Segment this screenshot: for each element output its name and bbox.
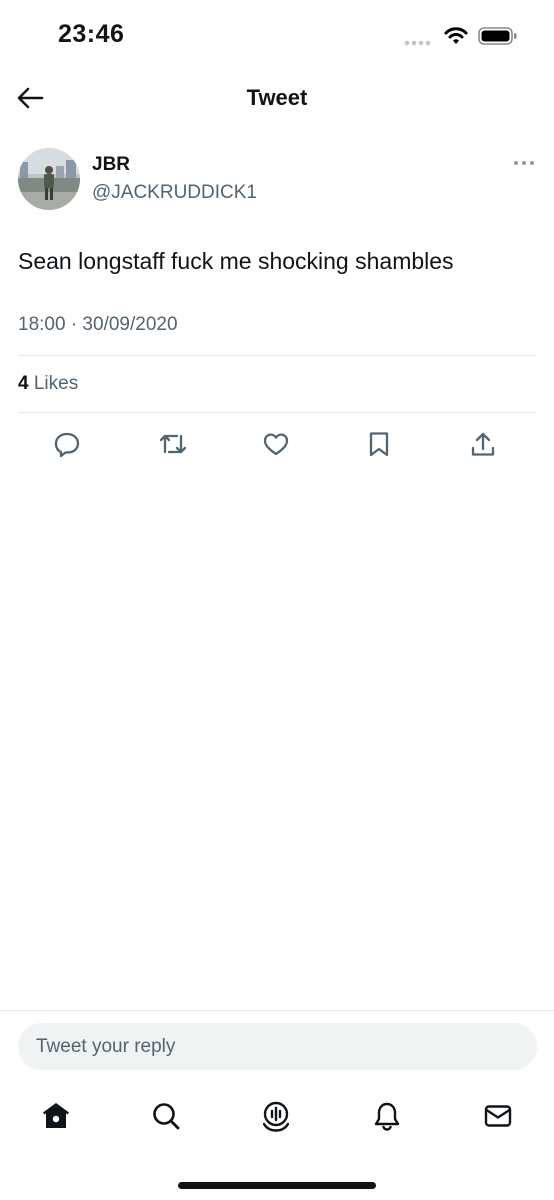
divider <box>0 1010 554 1011</box>
likes-row[interactable]: 4 Likes <box>18 373 78 395</box>
reply-input[interactable] <box>34 1034 518 1059</box>
divider <box>18 412 537 413</box>
bookmark-button[interactable] <box>363 428 395 460</box>
signal-icon <box>404 40 431 46</box>
page-title: Tweet <box>246 85 308 110</box>
share-button[interactable] <box>467 428 499 460</box>
nav-notifications[interactable] <box>369 1098 405 1134</box>
home-icon <box>43 1103 69 1128</box>
retweet-icon <box>159 434 187 454</box>
tweet-text: Sean longstaff fuck me shocking shambles <box>18 248 454 274</box>
reply-button[interactable] <box>51 428 83 460</box>
messages-icon <box>484 1105 512 1127</box>
like-icon <box>263 433 289 456</box>
nav-home[interactable] <box>38 1098 74 1134</box>
more-options-icon[interactable] <box>512 156 536 170</box>
nav-messages[interactable] <box>480 1098 516 1134</box>
share-icon <box>471 432 495 456</box>
search-icon <box>153 1103 180 1130</box>
spaces-icon <box>262 1101 290 1132</box>
tweet-timestamp: 18:00 · 30/09/2020 <box>18 314 178 335</box>
likes-label: Likes <box>28 373 79 394</box>
reply-box[interactable] <box>18 1023 537 1070</box>
nav-search[interactable] <box>148 1098 184 1134</box>
retweet-button[interactable] <box>157 428 189 460</box>
back-arrow-icon[interactable] <box>14 84 46 112</box>
battery-icon <box>478 27 517 45</box>
avatar[interactable] <box>18 148 80 210</box>
notifications-icon <box>374 1102 400 1131</box>
reply-icon <box>54 432 80 458</box>
author-name[interactable]: JBR <box>92 154 130 176</box>
nav-spaces[interactable] <box>258 1098 294 1134</box>
home-indicator <box>178 1182 376 1189</box>
status-bar-time: 23:46 <box>58 20 125 48</box>
avatar-photo <box>18 148 80 210</box>
divider <box>18 355 537 356</box>
bookmark-icon <box>369 432 389 457</box>
like-button[interactable] <box>260 428 292 460</box>
likes-count: 4 <box>18 373 29 394</box>
wifi-icon <box>444 27 468 44</box>
author-handle[interactable]: @JACKRUDDICK1 <box>92 182 257 204</box>
